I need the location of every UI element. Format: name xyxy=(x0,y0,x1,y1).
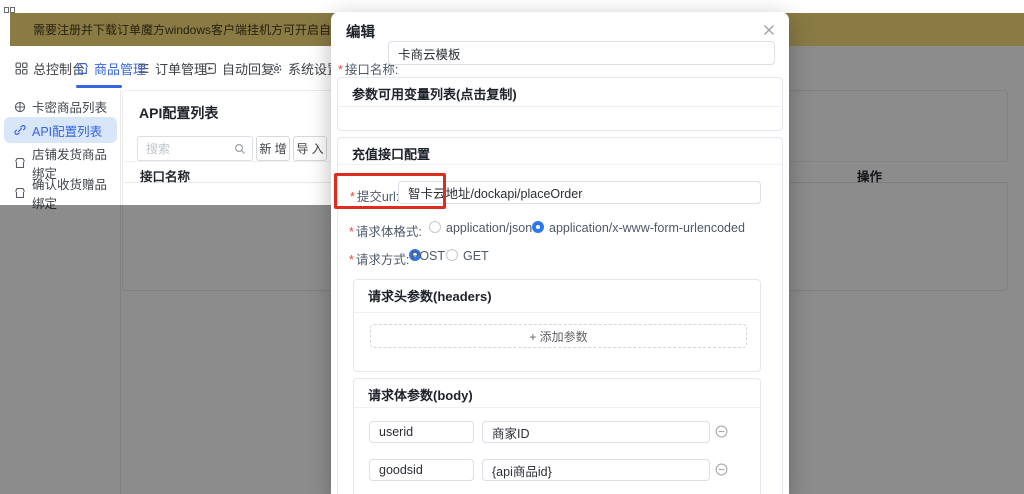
divider xyxy=(338,106,782,107)
edit-dialog: 编辑 *接口名称: 参数可用变量列表(点击复制) 充值接口配置 *提交url: … xyxy=(331,12,789,494)
tab-dashboard[interactable]: 总控制台 xyxy=(15,58,85,78)
order-list-icon xyxy=(137,62,150,75)
sidebar-item-card-goods-list[interactable]: 卡密商品列表 xyxy=(4,94,117,119)
radio-application-json[interactable] xyxy=(429,221,441,233)
active-tab-underline xyxy=(76,85,122,88)
body-param-key-input[interactable] xyxy=(369,421,474,443)
radio-label-application-json[interactable]: application/json xyxy=(446,221,532,235)
remove-param-icon[interactable] xyxy=(715,463,728,476)
body-format-label: *请求体格式: xyxy=(349,221,422,240)
body-param-key-input[interactable] xyxy=(369,459,474,481)
submit-url-input[interactable] xyxy=(398,181,761,204)
required-mark: * xyxy=(349,253,354,267)
divider xyxy=(354,407,760,408)
link-icon xyxy=(14,124,26,136)
divider xyxy=(354,312,760,313)
body-param-value-input[interactable] xyxy=(482,421,710,443)
gift-bind-icon xyxy=(14,187,26,199)
headers-card-title: 请求头参数(headers) xyxy=(368,286,492,305)
headers-params-card: 请求头参数(headers) + 添加参数 xyxy=(353,279,761,372)
gear-icon xyxy=(270,62,283,75)
page-title: API配置列表 xyxy=(139,103,218,123)
radio-label-get[interactable]: GET xyxy=(463,249,489,263)
shop-bind-icon xyxy=(14,157,26,169)
tab-system-settings[interactable]: 系统设置 xyxy=(270,58,340,78)
sidebar-item-label: API配置列表 xyxy=(32,121,102,140)
divider xyxy=(338,164,782,165)
search-box xyxy=(137,136,253,161)
tab-label: 订单管理 xyxy=(155,59,207,78)
tab-order-management[interactable]: 订单管理 xyxy=(137,58,207,78)
tab-label: 自动回复 xyxy=(222,59,274,78)
required-mark: * xyxy=(338,63,343,77)
search-input[interactable] xyxy=(146,138,234,159)
radio-get[interactable] xyxy=(446,249,458,261)
card-goods-icon xyxy=(14,101,26,113)
goods-icon xyxy=(76,62,89,75)
sidebar-item-label: 卡密商品列表 xyxy=(32,97,107,116)
column-header-name: 接口名称 xyxy=(140,166,190,185)
sidebar-item-confirm-receipt-gift-bind[interactable]: 确认收货赠品绑定 xyxy=(4,180,117,205)
dialog-title: 编辑 xyxy=(346,21,375,42)
body-param-value-input[interactable] xyxy=(482,459,710,481)
required-mark: * xyxy=(349,225,354,239)
remove-param-icon[interactable] xyxy=(715,425,728,438)
red-highlight-annotation xyxy=(334,173,446,209)
variables-card: 参数可用变量列表(点击复制) xyxy=(337,77,783,131)
radio-label-post[interactable]: POST xyxy=(411,249,445,263)
add-header-param-button[interactable]: + 添加参数 xyxy=(370,324,747,348)
sidebar-item-shop-delivery-bind[interactable]: 店铺发货商品绑定 xyxy=(4,150,117,175)
radio-form-urlencoded[interactable] xyxy=(532,221,544,233)
body-params-card: 请求体参数(body) xyxy=(353,378,761,494)
modal-scrim-left xyxy=(0,205,331,494)
close-icon[interactable] xyxy=(762,23,776,37)
body-card-title: 请求体参数(body) xyxy=(368,385,473,404)
auto-reply-icon xyxy=(204,62,217,75)
tab-goods-management[interactable]: 商品管理 xyxy=(76,58,146,78)
tab-auto-reply[interactable]: 自动回复 xyxy=(204,58,274,78)
variables-card-title: 参数可用变量列表(点击复制) xyxy=(352,84,517,103)
modal-scrim-right xyxy=(789,46,1024,494)
recharge-card-title: 充值接口配置 xyxy=(352,144,430,163)
search-icon[interactable] xyxy=(234,143,246,155)
sidebar-item-api-config-list[interactable]: API配置列表 xyxy=(4,117,117,143)
dashboard-icon xyxy=(15,62,28,75)
import-button[interactable]: 导 入 xyxy=(293,136,327,161)
interface-name-input[interactable] xyxy=(388,41,775,65)
request-method-label: *请求方式: xyxy=(349,249,409,268)
radio-label-form-urlencoded[interactable]: application/x-www-form-urlencoded xyxy=(549,221,745,235)
add-button[interactable]: 新 增 xyxy=(256,136,290,161)
